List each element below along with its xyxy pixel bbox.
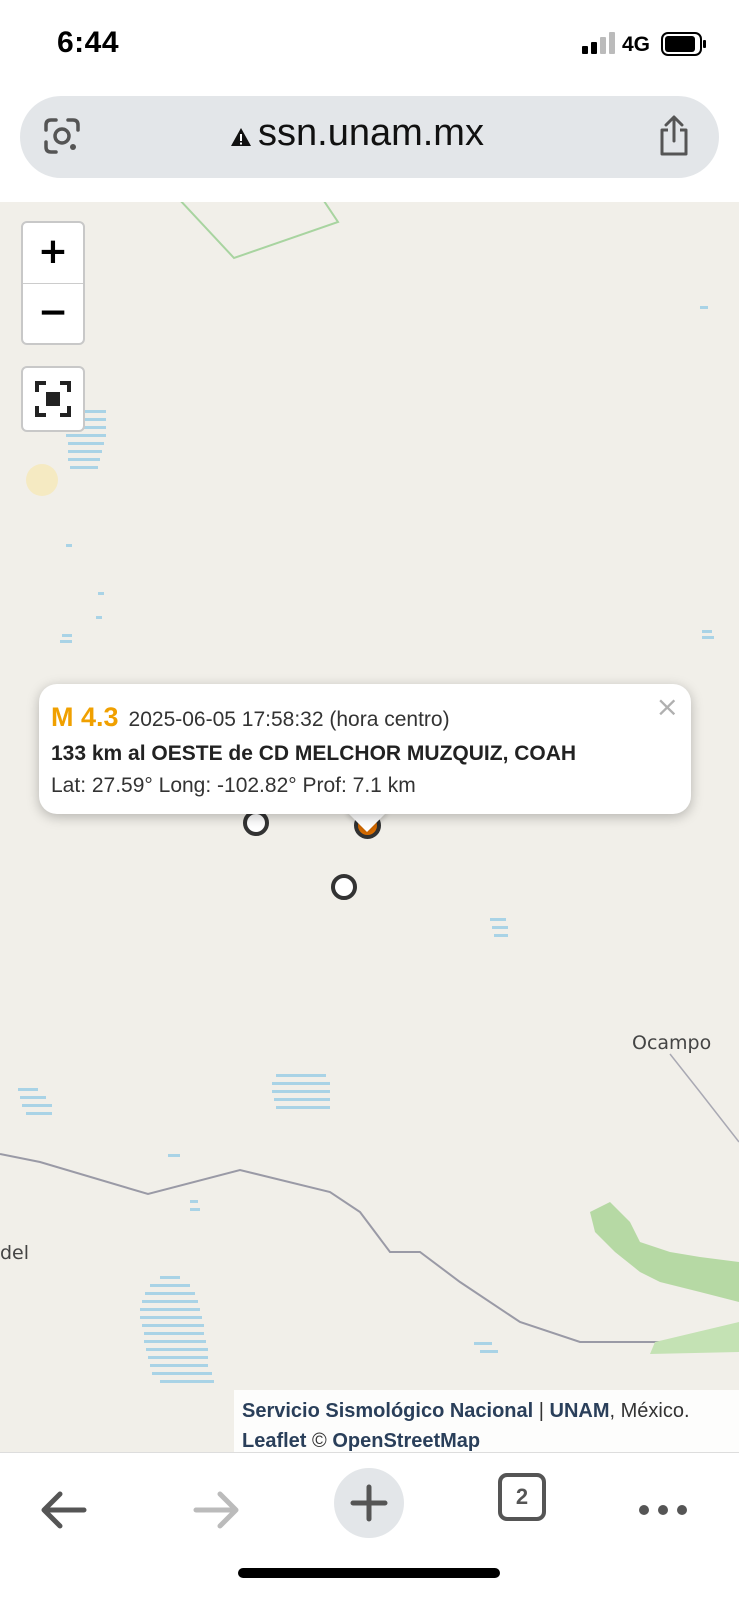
- ssn-link[interactable]: Servicio Sismológico Nacional: [242, 1400, 533, 1422]
- popup-close-button[interactable]: ×: [656, 690, 679, 723]
- place-label-del: del: [0, 1242, 30, 1264]
- status-bar: 6:44 4G: [0, 0, 739, 90]
- fit-bounds-button[interactable]: [21, 366, 85, 432]
- zoom-control: + −: [21, 221, 85, 345]
- more-options-icon[interactable]: [628, 1475, 698, 1545]
- back-arrow-icon[interactable]: [28, 1475, 98, 1545]
- earthquake-marker[interactable]: [331, 874, 357, 900]
- unam-link[interactable]: UNAM: [550, 1400, 610, 1422]
- google-lens-icon[interactable]: [42, 116, 82, 156]
- zoom-out-button[interactable]: −: [23, 284, 83, 344]
- tab-count-button[interactable]: 2: [498, 1473, 546, 1521]
- leaflet-link[interactable]: Leaflet: [242, 1430, 306, 1452]
- not-secure-warning-icon[interactable]: [230, 126, 252, 148]
- map-attribution: Servicio Sismológico Nacional | UNAM, Mé…: [234, 1390, 739, 1452]
- status-time: 6:44: [57, 26, 120, 59]
- signal-icon: [582, 32, 615, 54]
- event-location: 133 km al OESTE de CD MELCHOR MUZQUIZ, C…: [51, 742, 577, 765]
- network-type: 4G: [622, 33, 651, 56]
- address-bar[interactable]: ssn.unam.mx: [20, 96, 719, 178]
- home-indicator[interactable]: [238, 1568, 500, 1578]
- share-icon[interactable]: [654, 114, 694, 158]
- event-coordinates: Lat: 27.59° Long: -102.82° Prof: 7.1 km: [51, 774, 416, 797]
- browser-toolbar: 2: [0, 1452, 739, 1601]
- earthquake-popup: × M 4.3 2025-06-05 17:58:32 (hora centro)…: [39, 684, 691, 814]
- zoom-in-button[interactable]: +: [23, 223, 83, 284]
- magnitude-label: M 4.3: [51, 702, 119, 732]
- popup-header: M 4.3 2025-06-05 17:58:32 (hora centro): [51, 702, 450, 733]
- url-text[interactable]: ssn.unam.mx: [258, 112, 484, 155]
- new-tab-icon[interactable]: [333, 1467, 405, 1539]
- battery-icon: [661, 32, 706, 56]
- place-label-ocampo: Ocampo: [632, 1032, 712, 1054]
- forward-arrow-icon[interactable]: [182, 1475, 252, 1545]
- event-datetime: 2025-06-05 17:58:32 (hora centro): [128, 708, 450, 731]
- fullscreen-icon: [35, 381, 71, 417]
- osm-link[interactable]: OpenStreetMap: [332, 1430, 480, 1452]
